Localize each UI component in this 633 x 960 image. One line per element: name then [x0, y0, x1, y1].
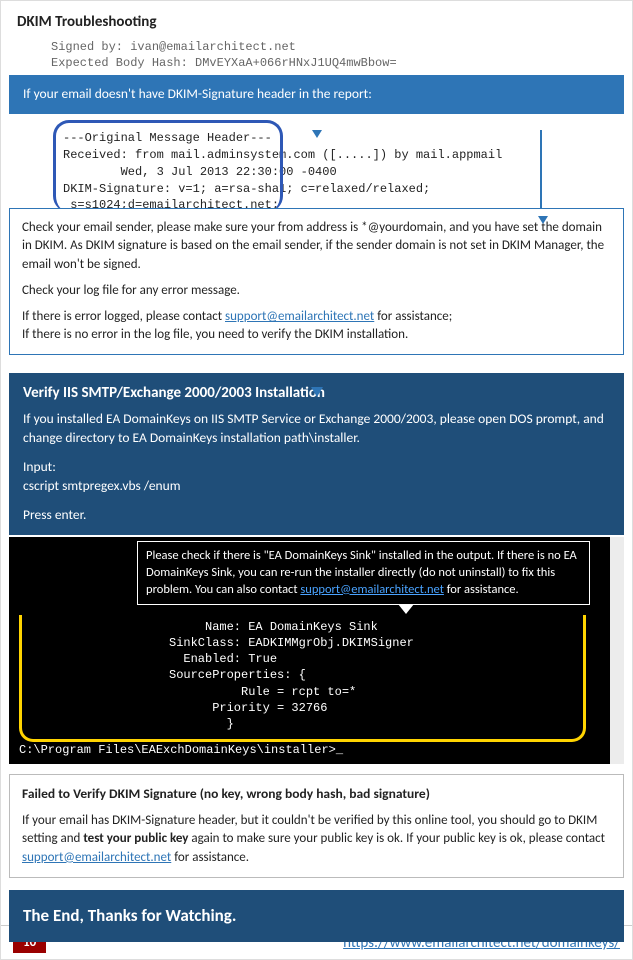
failed-verify-heading: Failed to Verify DKIM Signature (no key,… [22, 785, 611, 804]
page-title: DKIM Troubleshooting [1, 1, 632, 39]
support-email-link[interactable]: support@emailarchitect.net [300, 582, 444, 597]
failed-verify-box: Failed to Verify DKIM Signature (no key,… [9, 774, 624, 877]
cmd-output-text: Name: EA DomainKeys Sink SinkClass: EADK… [19, 619, 600, 732]
command-prompt-output: Please check if there is "EA DomainKeys … [9, 537, 624, 765]
text: If there is error logged, please contact [22, 309, 225, 324]
the-end-text: The End, Thanks for Watching. [23, 905, 236, 926]
the-end-bar: The End, Thanks for Watching. [9, 890, 624, 942]
arrow-down-icon [538, 216, 548, 224]
check-sender-box: Check your email sender, please make sur… [9, 208, 624, 355]
cmd-callout: Please check if there is "EA DomainKeys … [137, 541, 590, 606]
step-no-dkim-header-text: If your email doesn't have DKIM-Signatur… [23, 85, 372, 102]
verify-press-enter: Press enter. [23, 506, 610, 525]
text: If there is no error in the log file, yo… [22, 327, 408, 342]
check-sender-p2: Check your log file for any error messag… [22, 282, 611, 300]
support-email-link[interactable]: support@emailarchitect.net [225, 309, 374, 324]
verify-command: cscript smtpregex.vbs /enum [23, 477, 610, 496]
verify-input-label: Input: [23, 458, 610, 477]
support-email-link[interactable]: support@emailarchitect.net [22, 850, 171, 865]
highlight-outline [53, 120, 283, 212]
text: again to make sure your public key is ok… [188, 831, 605, 846]
arrow-down-icon [312, 130, 322, 138]
check-sender-p1: Check your email sender, please make sur… [22, 219, 611, 274]
text: for assistance; [374, 309, 452, 324]
bold-text: test your public key [83, 831, 188, 846]
text: for assistance. [171, 850, 249, 865]
background-code: Signed by: ivan@emailarchitect.net Expec… [1, 39, 632, 71]
cmd-prompt-line: C:\Program Files\EAExchDomainKeys\instal… [19, 742, 600, 758]
step-no-dkim-header: If your email doesn't have DKIM-Signatur… [9, 75, 624, 114]
arrow-down-icon [311, 387, 323, 397]
check-sender-p3: If there is error logged, please contact… [22, 308, 611, 344]
failed-verify-body: If your email has DKIM-Signature header,… [22, 812, 611, 867]
verify-installation-box: Verify IIS SMTP/Exchange 2000/2003 Insta… [9, 373, 624, 534]
callout-tail-icon [398, 604, 414, 614]
original-message-header-snippet: ---Original Message Header--- Received: … [9, 126, 624, 208]
verify-p1: If you installed EA DomainKeys on IIS SM… [23, 410, 610, 448]
cmd-callout-text-b: for assistance. [444, 582, 519, 597]
